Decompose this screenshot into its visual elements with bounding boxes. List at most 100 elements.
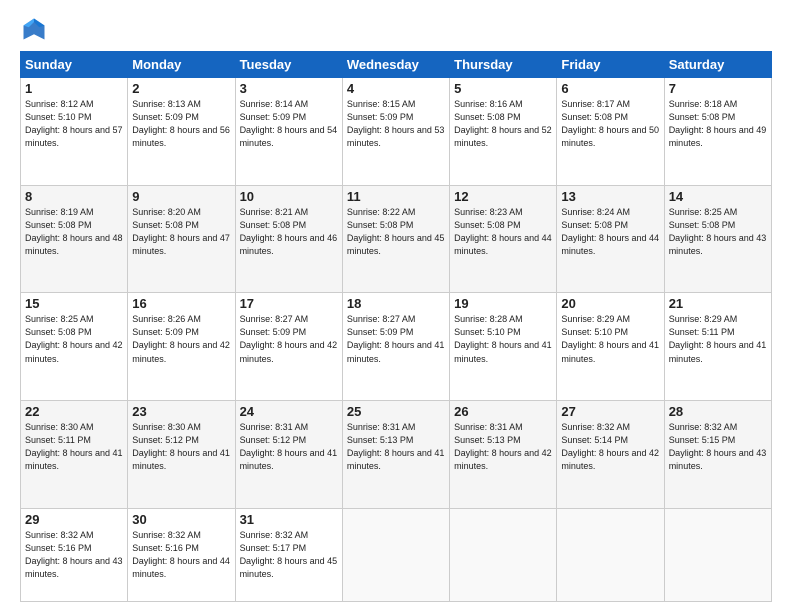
day-info: Sunrise: 8:31 AMSunset: 5:13 PMDaylight:… xyxy=(454,421,552,473)
day-info: Sunrise: 8:19 AMSunset: 5:08 PMDaylight:… xyxy=(25,206,123,258)
weekday-header-thursday: Thursday xyxy=(450,52,557,78)
day-info: Sunrise: 8:29 AMSunset: 5:11 PMDaylight:… xyxy=(669,313,767,365)
day-number: 19 xyxy=(454,296,552,311)
day-number: 18 xyxy=(347,296,445,311)
calendar-cell: 17 Sunrise: 8:27 AMSunset: 5:09 PMDayligh… xyxy=(235,293,342,401)
header xyxy=(20,15,772,43)
day-info: Sunrise: 8:32 AMSunset: 5:17 PMDaylight:… xyxy=(240,529,338,581)
calendar-cell: 25 Sunrise: 8:31 AMSunset: 5:13 PMDayligh… xyxy=(342,401,449,509)
day-info: Sunrise: 8:16 AMSunset: 5:08 PMDaylight:… xyxy=(454,98,552,150)
calendar-cell: 24 Sunrise: 8:31 AMSunset: 5:12 PMDayligh… xyxy=(235,401,342,509)
day-info: Sunrise: 8:30 AMSunset: 5:11 PMDaylight:… xyxy=(25,421,123,473)
day-info: Sunrise: 8:31 AMSunset: 5:12 PMDaylight:… xyxy=(240,421,338,473)
calendar-cell: 7Sunrise: 8:18 AMSunset: 5:08 PMDaylight… xyxy=(664,78,771,186)
day-number: 21 xyxy=(669,296,767,311)
day-number: 23 xyxy=(132,404,230,419)
day-number: 20 xyxy=(561,296,659,311)
day-number: 12 xyxy=(454,189,552,204)
day-info: Sunrise: 8:26 AMSunset: 5:09 PMDaylight:… xyxy=(132,313,230,365)
calendar-cell: 20 Sunrise: 8:29 AMSunset: 5:10 PMDayligh… xyxy=(557,293,664,401)
calendar-table: SundayMondayTuesdayWednesdayThursdayFrid… xyxy=(20,51,772,602)
day-number: 1 xyxy=(25,81,123,96)
day-info: Sunrise: 8:20 AMSunset: 5:08 PMDaylight:… xyxy=(132,206,230,258)
day-number: 2 xyxy=(132,81,230,96)
day-number: 14 xyxy=(669,189,767,204)
calendar-cell: 8Sunrise: 8:19 AMSunset: 5:08 PMDaylight… xyxy=(21,185,128,293)
day-number: 4 xyxy=(347,81,445,96)
day-number: 9 xyxy=(132,189,230,204)
calendar-cell: 2 Sunrise: 8:13 AMSunset: 5:09 PMDaylight… xyxy=(128,78,235,186)
day-info: Sunrise: 8:17 AMSunset: 5:08 PMDaylight:… xyxy=(561,98,659,150)
day-info: Sunrise: 8:32 AMSunset: 5:16 PMDaylight:… xyxy=(132,529,230,581)
day-info: Sunrise: 8:30 AMSunset: 5:12 PMDaylight:… xyxy=(132,421,230,473)
calendar-cell: 23 Sunrise: 8:30 AMSunset: 5:12 PMDayligh… xyxy=(128,401,235,509)
day-number: 29 xyxy=(25,512,123,527)
calendar-cell xyxy=(342,508,449,601)
weekday-header-saturday: Saturday xyxy=(664,52,771,78)
weekday-header-wednesday: Wednesday xyxy=(342,52,449,78)
calendar-cell: 13Sunrise: 8:24 AMSunset: 5:08 PMDayligh… xyxy=(557,185,664,293)
day-number: 5 xyxy=(454,81,552,96)
day-number: 22 xyxy=(25,404,123,419)
day-info: Sunrise: 8:21 AMSunset: 5:08 PMDaylight:… xyxy=(240,206,338,258)
calendar-cell: 29Sunrise: 8:32 AMSunset: 5:16 PMDayligh… xyxy=(21,508,128,601)
page: SundayMondayTuesdayWednesdayThursdayFrid… xyxy=(0,0,792,612)
day-info: Sunrise: 8:28 AMSunset: 5:10 PMDaylight:… xyxy=(454,313,552,365)
calendar-cell: 14 Sunrise: 8:25 AMSunset: 5:08 PMDayligh… xyxy=(664,185,771,293)
calendar-cell: 26Sunrise: 8:31 AMSunset: 5:13 PMDayligh… xyxy=(450,401,557,509)
weekday-header-sunday: Sunday xyxy=(21,52,128,78)
weekday-header-row: SundayMondayTuesdayWednesdayThursdayFrid… xyxy=(21,52,772,78)
day-info: Sunrise: 8:25 AMSunset: 5:08 PMDaylight:… xyxy=(669,206,767,258)
day-number: 28 xyxy=(669,404,767,419)
day-number: 30 xyxy=(132,512,230,527)
calendar-cell: 31 Sunrise: 8:32 AMSunset: 5:17 PMDayligh… xyxy=(235,508,342,601)
calendar-cell: 28 Sunrise: 8:32 AMSunset: 5:15 PMDayligh… xyxy=(664,401,771,509)
calendar-cell: 27Sunrise: 8:32 AMSunset: 5:14 PMDayligh… xyxy=(557,401,664,509)
day-number: 6 xyxy=(561,81,659,96)
logo-icon xyxy=(20,15,48,43)
day-number: 13 xyxy=(561,189,659,204)
day-number: 10 xyxy=(240,189,338,204)
calendar-cell: 30 Sunrise: 8:32 AMSunset: 5:16 PMDayligh… xyxy=(128,508,235,601)
day-number: 17 xyxy=(240,296,338,311)
calendar-cell: 12 Sunrise: 8:23 AMSunset: 5:08 PMDayligh… xyxy=(450,185,557,293)
calendar-cell: 1 Sunrise: 8:12 AMSunset: 5:10 PMDaylight… xyxy=(21,78,128,186)
calendar-cell xyxy=(557,508,664,601)
logo xyxy=(20,15,52,43)
day-info: Sunrise: 8:31 AMSunset: 5:13 PMDaylight:… xyxy=(347,421,445,473)
day-info: Sunrise: 8:32 AMSunset: 5:15 PMDaylight:… xyxy=(669,421,767,473)
day-number: 25 xyxy=(347,404,445,419)
calendar-cell: 16 Sunrise: 8:26 AMSunset: 5:09 PMDayligh… xyxy=(128,293,235,401)
day-number: 31 xyxy=(240,512,338,527)
calendar-cell: 5 Sunrise: 8:16 AMSunset: 5:08 PMDaylight… xyxy=(450,78,557,186)
day-number: 27 xyxy=(561,404,659,419)
calendar-cell: 22 Sunrise: 8:30 AMSunset: 5:11 PMDayligh… xyxy=(21,401,128,509)
day-info: Sunrise: 8:15 AMSunset: 5:09 PMDaylight:… xyxy=(347,98,445,150)
day-number: 3 xyxy=(240,81,338,96)
weekday-header-friday: Friday xyxy=(557,52,664,78)
day-number: 15 xyxy=(25,296,123,311)
day-info: Sunrise: 8:14 AMSunset: 5:09 PMDaylight:… xyxy=(240,98,338,150)
day-info: Sunrise: 8:25 AMSunset: 5:08 PMDaylight:… xyxy=(25,313,123,365)
weekday-header-tuesday: Tuesday xyxy=(235,52,342,78)
calendar-cell: 19 Sunrise: 8:28 AMSunset: 5:10 PMDayligh… xyxy=(450,293,557,401)
calendar-cell: 18 Sunrise: 8:27 AMSunset: 5:09 PMDayligh… xyxy=(342,293,449,401)
day-number: 24 xyxy=(240,404,338,419)
day-info: Sunrise: 8:12 AMSunset: 5:10 PMDaylight:… xyxy=(25,98,123,150)
day-number: 16 xyxy=(132,296,230,311)
calendar-cell xyxy=(664,508,771,601)
calendar-cell: 10 Sunrise: 8:21 AMSunset: 5:08 PMDayligh… xyxy=(235,185,342,293)
calendar-cell: 11Sunrise: 8:22 AMSunset: 5:08 PMDayligh… xyxy=(342,185,449,293)
day-info: Sunrise: 8:27 AMSunset: 5:09 PMDaylight:… xyxy=(240,313,338,365)
weekday-header-monday: Monday xyxy=(128,52,235,78)
day-number: 11 xyxy=(347,189,445,204)
calendar-cell: 3 Sunrise: 8:14 AMSunset: 5:09 PMDaylight… xyxy=(235,78,342,186)
calendar-cell xyxy=(450,508,557,601)
calendar-cell: 6 Sunrise: 8:17 AMSunset: 5:08 PMDaylight… xyxy=(557,78,664,186)
day-info: Sunrise: 8:27 AMSunset: 5:09 PMDaylight:… xyxy=(347,313,445,365)
day-info: Sunrise: 8:13 AMSunset: 5:09 PMDaylight:… xyxy=(132,98,230,150)
day-info: Sunrise: 8:18 AMSunset: 5:08 PMDaylight:… xyxy=(669,98,767,150)
day-info: Sunrise: 8:23 AMSunset: 5:08 PMDaylight:… xyxy=(454,206,552,258)
day-info: Sunrise: 8:29 AMSunset: 5:10 PMDaylight:… xyxy=(561,313,659,365)
calendar-cell: 21 Sunrise: 8:29 AMSunset: 5:11 PMDayligh… xyxy=(664,293,771,401)
